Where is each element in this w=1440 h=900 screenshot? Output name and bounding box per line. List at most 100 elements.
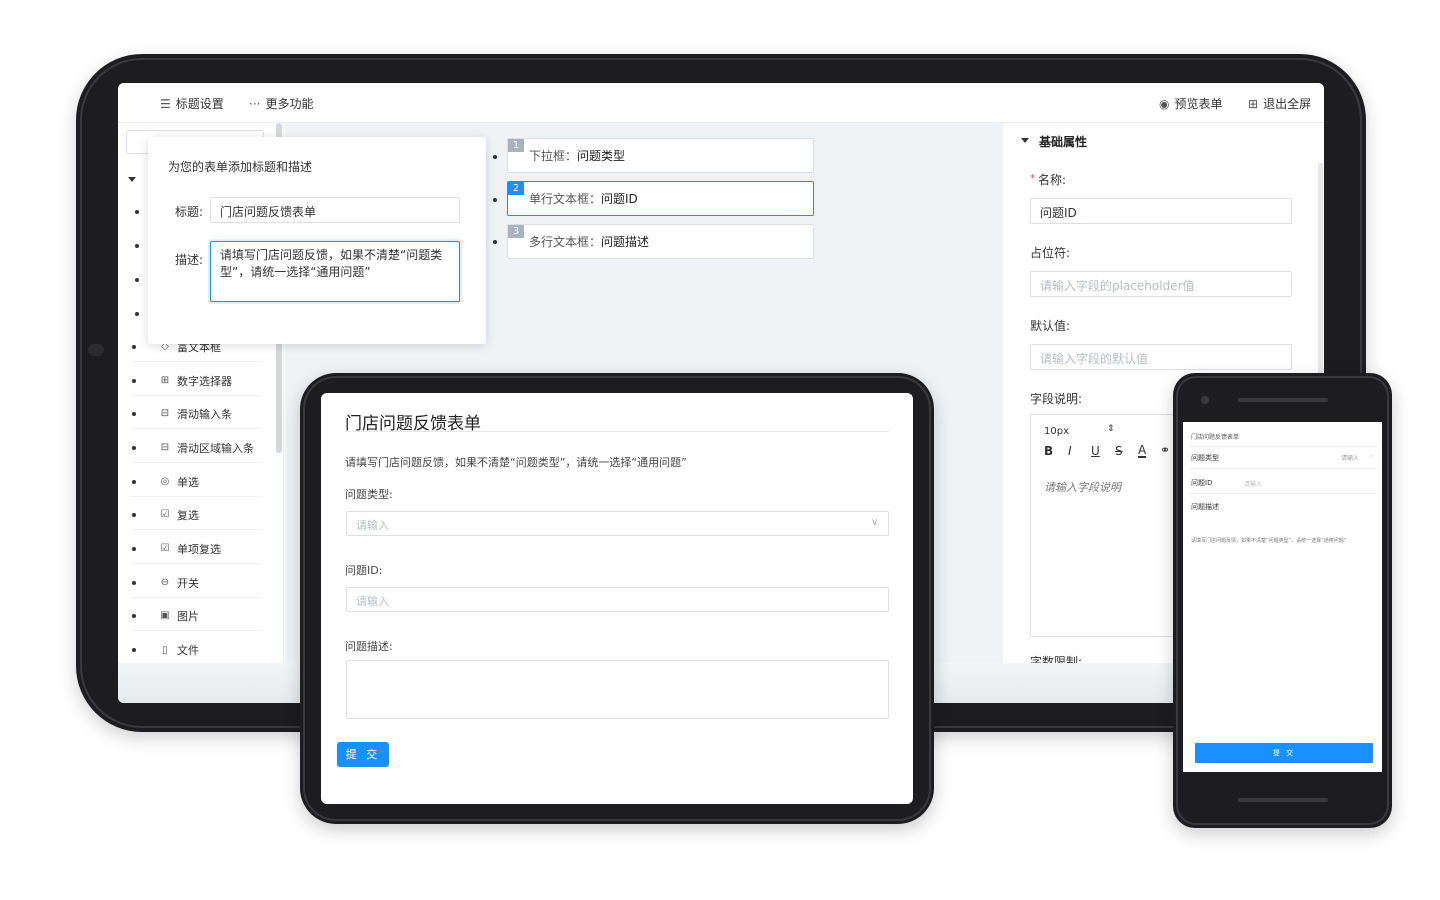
range-icon: ⊟ [160, 442, 170, 453]
title-settings-button[interactable]: ☰ 标题设置 [160, 95, 224, 112]
caret-down-icon[interactable] [128, 177, 136, 182]
chevron-right-icon: › [1370, 452, 1373, 460]
font-color-icon[interactable]: A [1138, 444, 1147, 458]
underline-icon[interactable]: U [1091, 444, 1100, 458]
exit-fullscreen-button[interactable]: ⊞ 退出全屏 [1248, 95, 1311, 112]
default-label: 默认值: [1030, 319, 1071, 333]
component-item-single-checkbox[interactable]: ☑ 单项复选 [132, 534, 262, 564]
component-item-range[interactable]: ⊟ 滑动区域输入条 [132, 433, 262, 463]
caret-down-icon[interactable] [1021, 138, 1029, 143]
field-name-label: 问题ID [601, 192, 638, 206]
list-bullet [135, 210, 139, 214]
number-icon: ⊞ [160, 375, 170, 386]
description-label: 描述: [175, 253, 204, 267]
phone-question-type-label: 问题类型 [1191, 454, 1219, 462]
italic-icon[interactable]: I [1068, 444, 1072, 458]
component-item-label: 图片 [177, 609, 199, 623]
canvas-field-select[interactable]: 1 下拉框： 问题类型 [507, 138, 814, 173]
list-bullet [135, 278, 139, 282]
phone-form-description: 请填写门店问题反馈，如果不清楚“问题类型”，请统一选择“通用问题” [1191, 538, 1347, 544]
popover-title: 为您的表单添加标题和描述 [168, 160, 313, 174]
sort-icon[interactable]: ⇕ [1107, 424, 1115, 434]
list-bullet [132, 512, 136, 517]
field-name-label: 问题类型 [577, 149, 626, 163]
question-desc-label: 问题描述: [345, 640, 393, 653]
placeholder-label: 占位符: [1030, 246, 1071, 260]
list-bullet [132, 445, 136, 450]
field-index-badge: 3 [508, 225, 524, 238]
phone-question-id-input[interactable]: 请输入 [1244, 479, 1262, 488]
list-bullet [132, 648, 136, 652]
checkbox-single-icon: ☑ [160, 543, 170, 554]
list-bullet [132, 580, 136, 585]
default-input[interactable]: 请输入字段的默认值 [1030, 344, 1292, 370]
phone-question-desc-textarea[interactable] [1191, 516, 1375, 536]
question-type-label: 问题类型: [345, 488, 393, 501]
preview-form-button[interactable]: ◉ 预览表单 [1159, 95, 1223, 112]
phone-question-id-label: 问题ID [1191, 479, 1213, 487]
divider [1189, 446, 1377, 447]
list-bullet [135, 244, 139, 248]
editor-placeholder: 请输入字段说明 [1044, 481, 1121, 494]
component-item-file[interactable]: ▯ 文件 [132, 635, 262, 665]
canvas-field-text-selected[interactable]: 2 单行文本框： 问题ID [507, 181, 814, 216]
section-title: 基础属性 [1039, 135, 1088, 149]
form-description: 请填写门店问题反馈，如果不清楚“问题类型”，请统一选择“通用问题” [345, 456, 687, 469]
form-title-input[interactable]: 门店问题反馈表单 [210, 197, 460, 223]
phone-question-type-select[interactable]: 请输入 [1341, 453, 1359, 462]
designer-toolbar: ☰ 标题设置 ··· 更多功能 ◉ 预览表单 ⊞ 退出全屏 [118, 83, 1324, 123]
required-asterisk: * [1030, 173, 1035, 184]
phone-form-preview: 门店问题反馈表单 问题类型 请输入 › 问题ID 请输入 问题描述 请填写门店问… [1183, 422, 1382, 772]
list-bullet [132, 479, 136, 484]
question-type-select[interactable]: 请输入 [346, 511, 889, 536]
field-description-label: 字段说明: [1030, 392, 1083, 406]
checkbox-icon: ☑ [160, 509, 170, 520]
image-icon: ▣ [160, 610, 170, 621]
radio-icon: ◎ [160, 476, 170, 487]
component-item-label: 文件 [177, 644, 199, 657]
list-bullet [493, 155, 497, 159]
submit-button[interactable]: 提 交 [337, 742, 389, 767]
camera-dot [88, 344, 104, 356]
list-bullet [132, 546, 136, 551]
phone-submit-button[interactable]: 提 交 [1195, 743, 1373, 763]
component-item-checkbox[interactable]: ☑ 复选 [132, 500, 262, 530]
link-icon[interactable]: ⚭ [1160, 443, 1170, 457]
tablet-form-preview: 门店问题反馈表单 请填写门店问题反馈，如果不清楚“问题类型”，请统一选择“通用问… [321, 393, 913, 804]
rich-text-editor[interactable]: 10px ⇕ B I U S A ⚭ 请输入字段说明 [1030, 414, 1190, 637]
phone-camera [1201, 396, 1209, 404]
slider-icon: ⊟ [160, 408, 170, 419]
component-item-slider[interactable]: ⊟ 滑动输入条 [132, 399, 262, 429]
file-icon: ▯ [162, 644, 168, 656]
field-type-label: 单行文本框： [529, 192, 602, 206]
phone-question-desc-label: 问题描述 [1191, 503, 1219, 511]
phone-home-bar [1238, 798, 1328, 802]
strikethrough-icon[interactable]: S [1115, 444, 1123, 458]
canvas-field-textarea[interactable]: 3 多行文本框： 问题描述 [507, 224, 814, 259]
fullscreen-exit-icon: ⊞ [1248, 96, 1259, 111]
list-bullet [132, 378, 136, 383]
component-item-radio[interactable]: ◎ 单选 [132, 467, 262, 497]
component-item-switch[interactable]: ⊖ 开关 [132, 568, 262, 598]
question-desc-textarea[interactable] [346, 660, 889, 719]
exit-fullscreen-label: 退出全屏 [1263, 97, 1312, 111]
chevron-down-icon: ∨ [871, 517, 879, 528]
name-input[interactable]: 问题ID [1030, 198, 1292, 224]
form-description-textarea[interactable]: 请填写门店问题反馈，如果不清楚“问题类型”，请统一选择“通用问题” [210, 241, 460, 302]
component-item-image[interactable]: ▣ 图片 [132, 601, 262, 631]
field-index-badge: 2 [508, 182, 524, 195]
question-id-input[interactable]: 请输入 [346, 587, 889, 612]
bold-icon[interactable]: B [1044, 444, 1053, 458]
list-icon: ☰ [160, 96, 171, 111]
component-item-label: 复选 [177, 508, 199, 522]
placeholder-input[interactable]: 请输入字段的placeholder值 [1030, 271, 1292, 297]
component-item-label: 数字选择器 [177, 374, 232, 388]
preview-form-label: 预览表单 [1174, 97, 1223, 111]
font-size-select[interactable]: 10px [1044, 426, 1069, 437]
component-item-number[interactable]: ⊞ 数字选择器 [132, 366, 262, 396]
component-item-label: 单选 [177, 475, 199, 489]
title-settings-label: 标题设置 [175, 97, 224, 111]
more-functions-button[interactable]: ··· 更多功能 [249, 95, 313, 112]
field-name-label: 问题描述 [601, 235, 650, 249]
divider [1189, 493, 1377, 494]
